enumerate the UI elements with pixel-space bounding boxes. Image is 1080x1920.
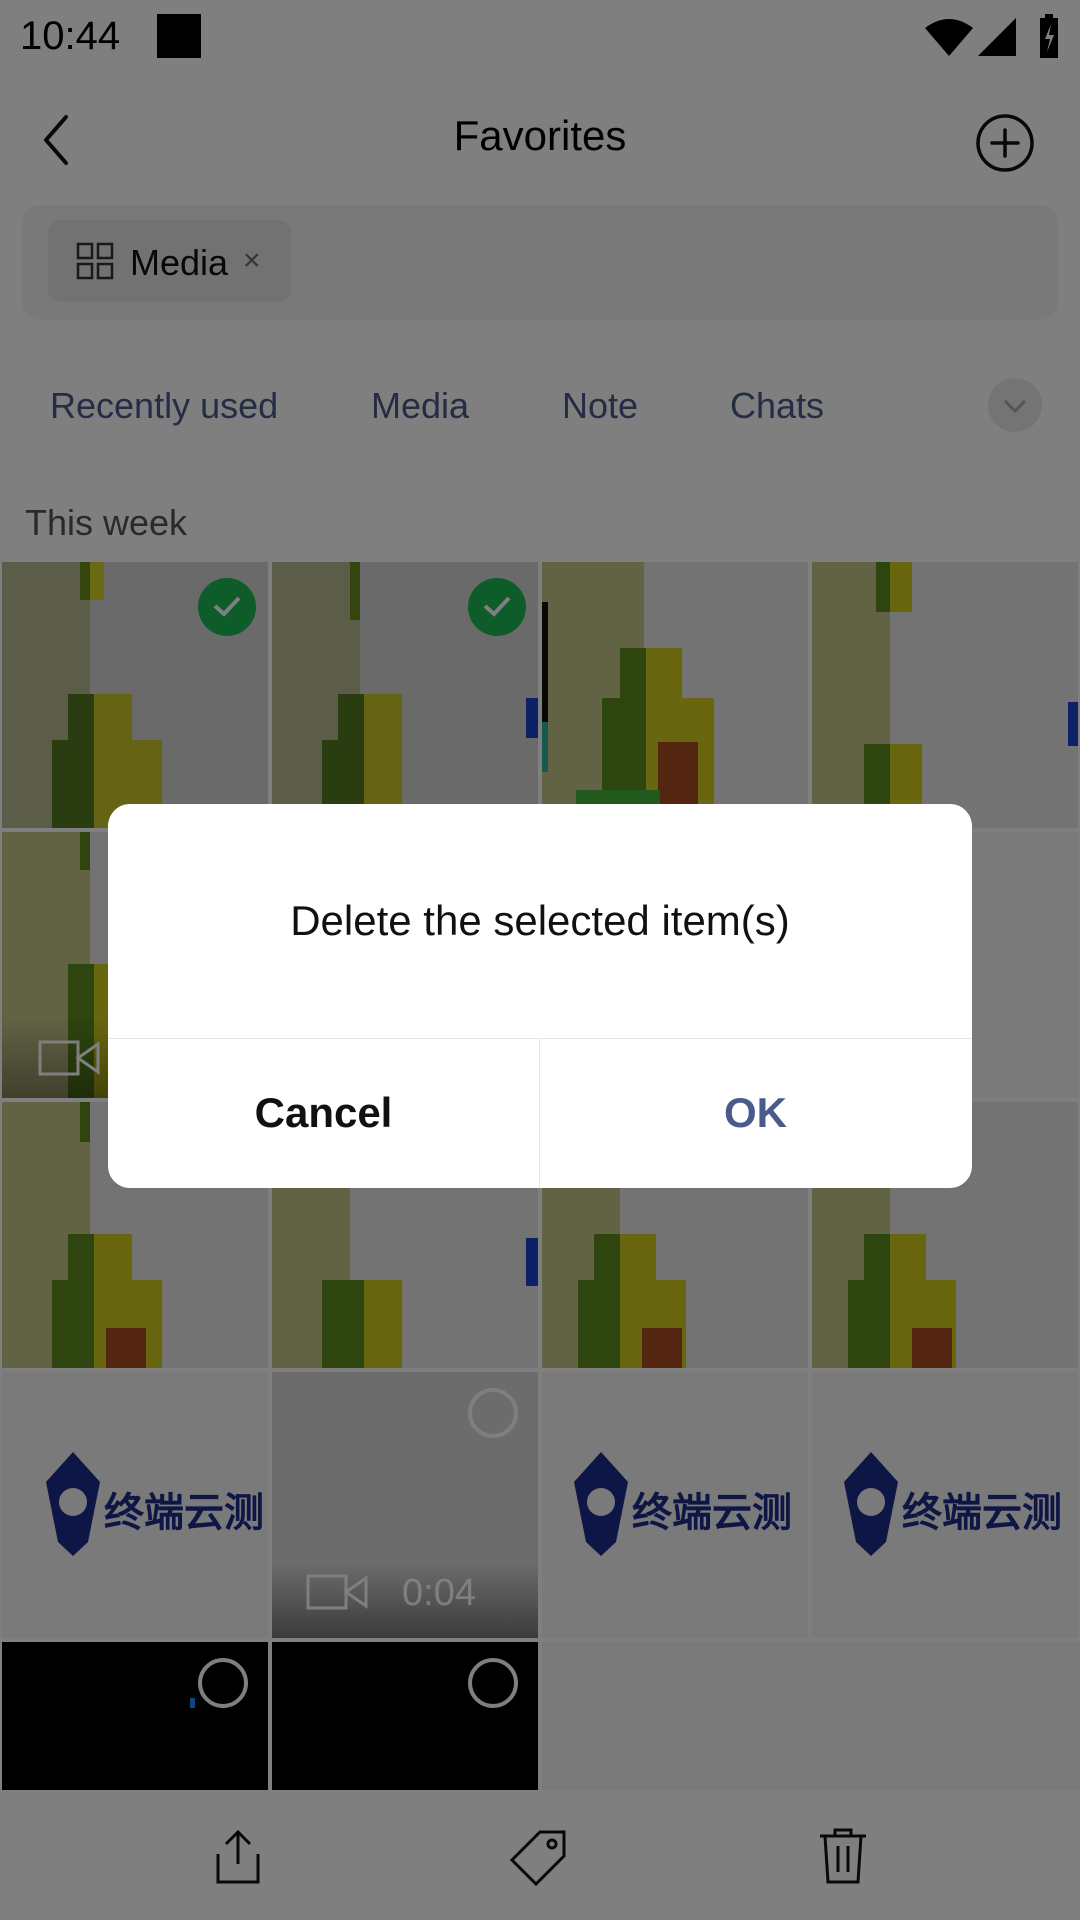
confirm-delete-dialog: Delete the selected item(s) Cancel OK — [108, 804, 972, 1188]
dialog-message: Delete the selected item(s) — [290, 897, 790, 944]
cancel-button[interactable]: Cancel — [108, 1038, 539, 1188]
ok-button[interactable]: OK — [540, 1038, 971, 1188]
